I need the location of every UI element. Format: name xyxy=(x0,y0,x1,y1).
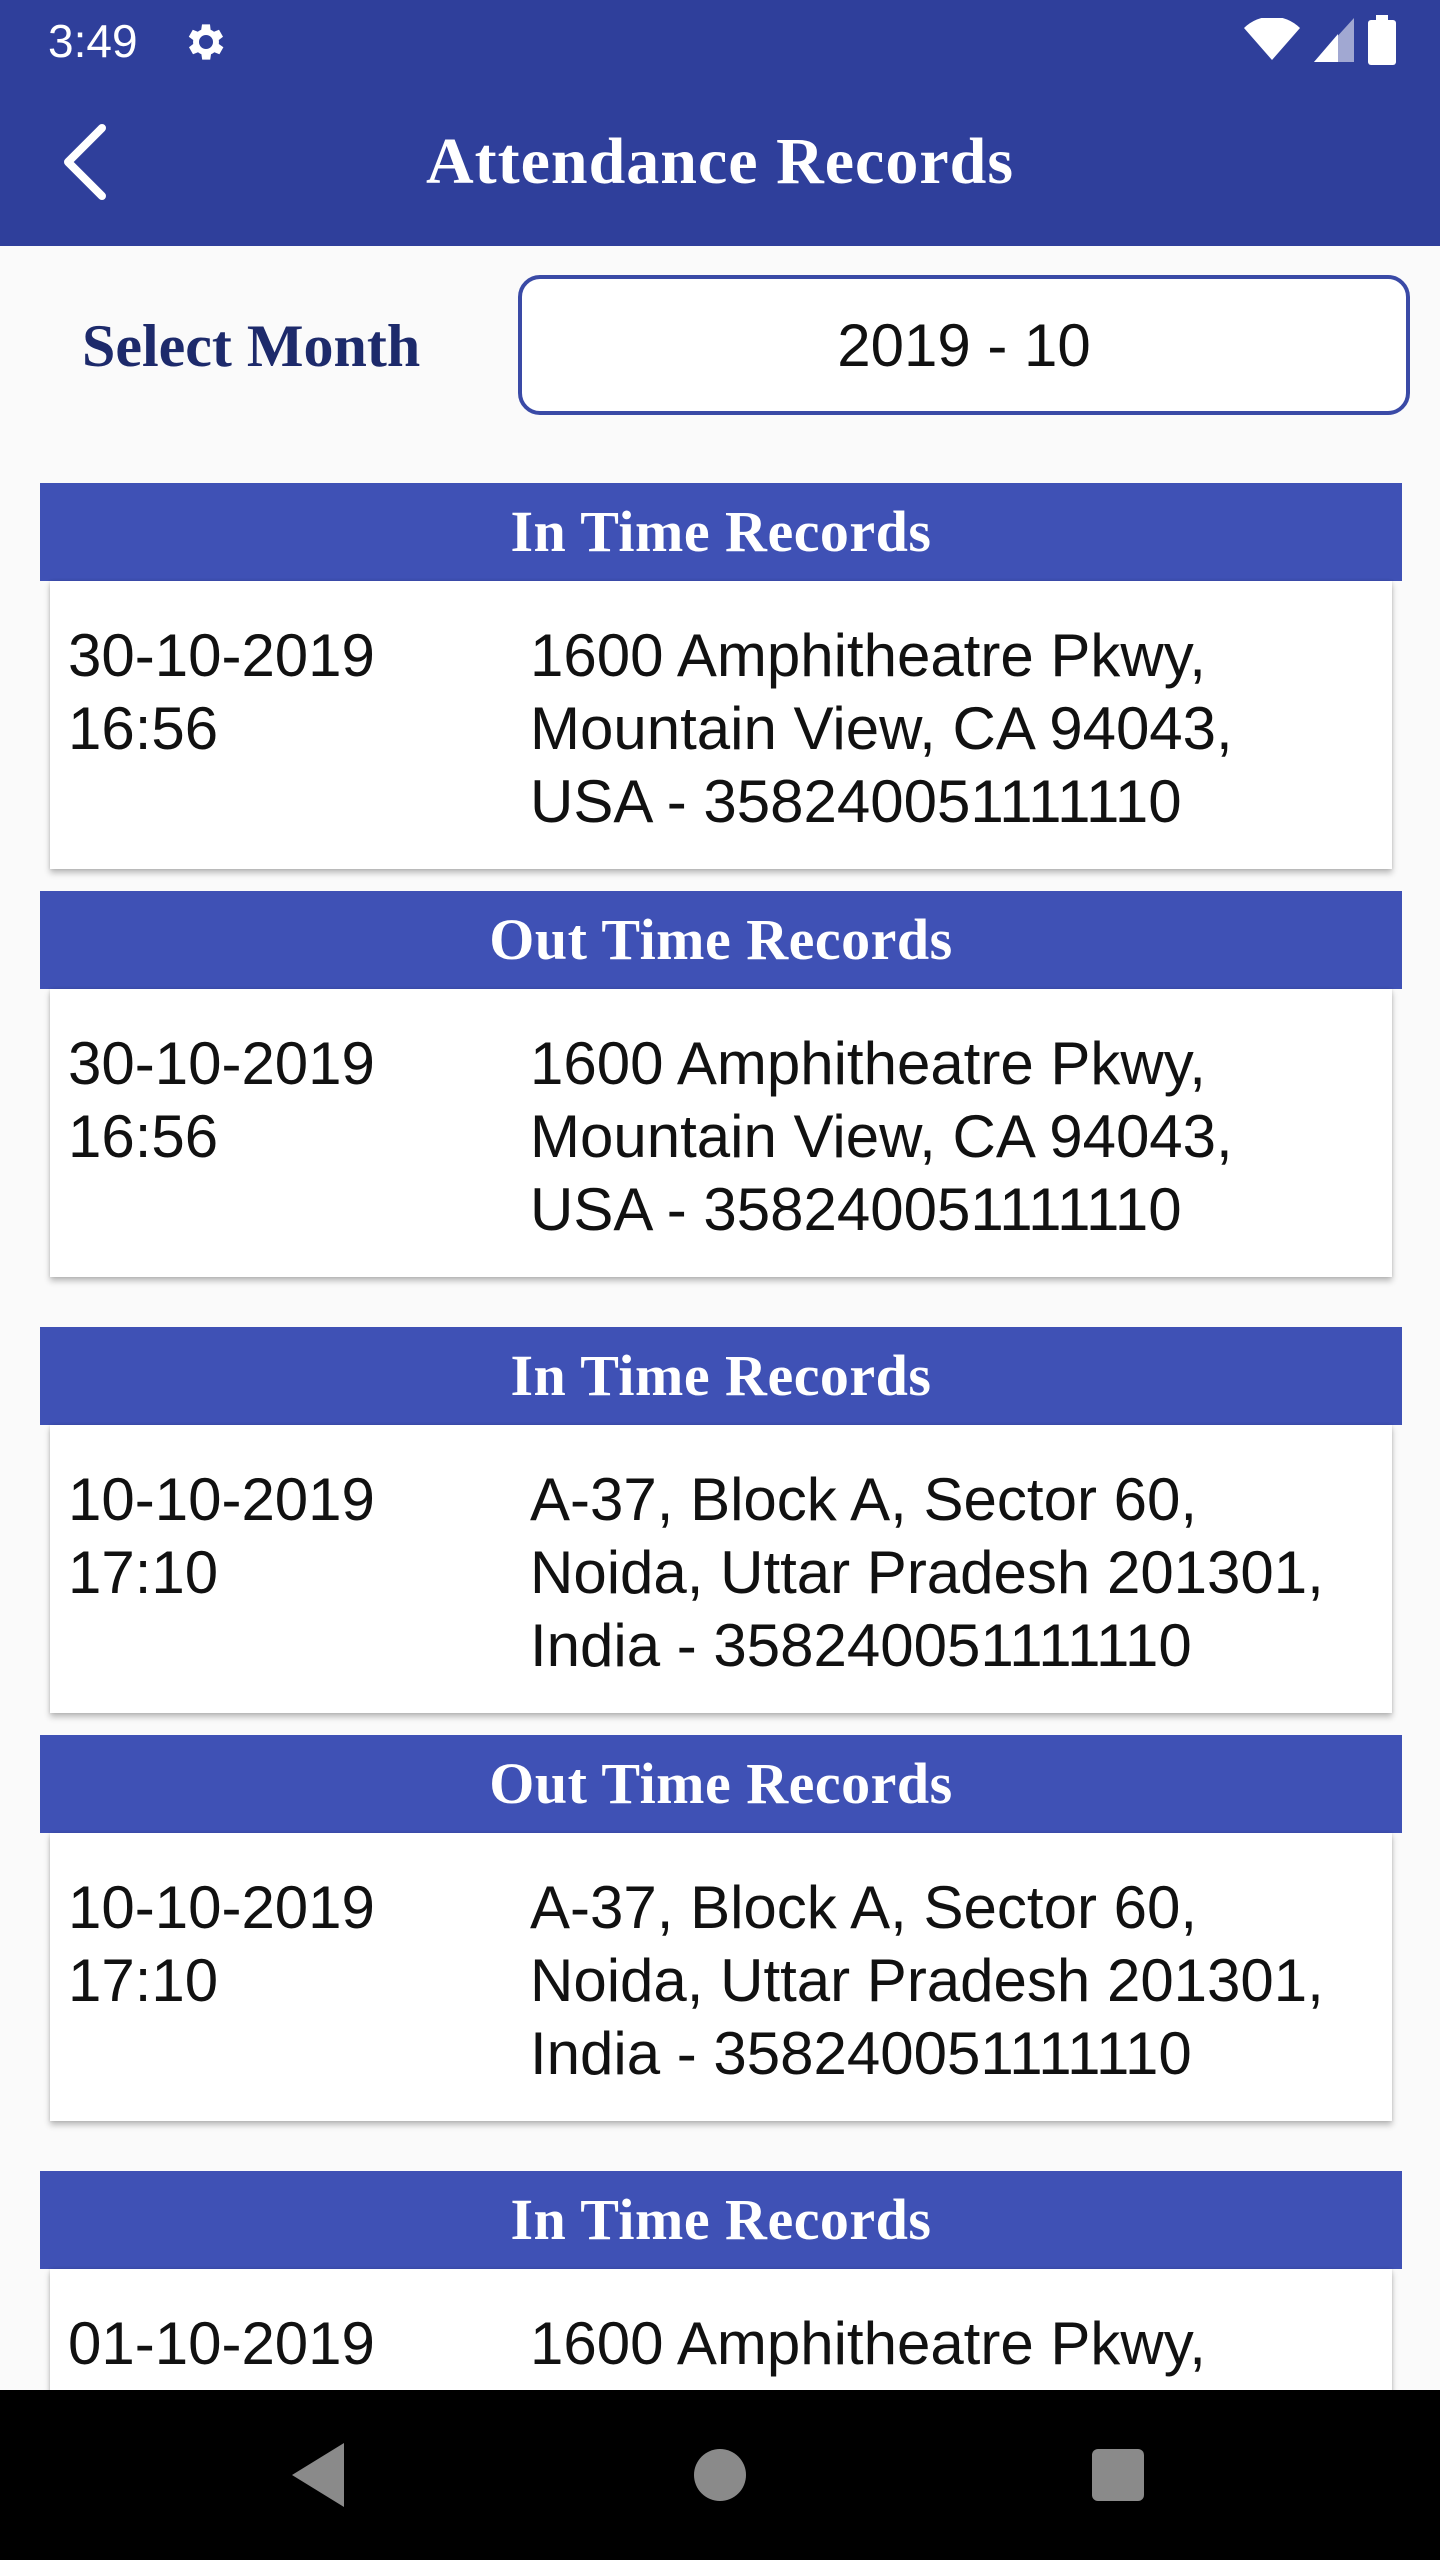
address-line: 1600 Amphitheatre Pkwy, xyxy=(530,1030,1206,1097)
record-address: 1600 Amphitheatre Pkwy, xyxy=(530,2307,1390,2380)
record-address: A-37, Block A, Sector 60, Noida, Uttar P… xyxy=(530,1463,1390,1682)
back-triangle-icon xyxy=(292,2443,344,2507)
home-circle-icon xyxy=(694,2449,746,2501)
address-line: Noida, Uttar Pradesh 201301, xyxy=(530,1947,1324,2014)
record-header: In Time Records xyxy=(40,1327,1402,1425)
address-line: USA - 358240051111110 xyxy=(530,768,1182,835)
address-line: India - 358240051111110 xyxy=(530,1612,1192,1679)
nav-home-button[interactable] xyxy=(675,2430,765,2520)
record-header: In Time Records xyxy=(40,2171,1402,2269)
address-line: A-37, Block A, Sector 60, xyxy=(530,1466,1198,1533)
record-header: In Time Records xyxy=(40,483,1402,581)
recents-square-icon xyxy=(1092,2449,1144,2501)
record-time: 17:10 xyxy=(68,1539,219,1606)
record-body: 10-10-2019 17:10 A-37, Block A, Sector 6… xyxy=(50,1833,1392,2121)
record-body: 30-10-2019 16:56 1600 Amphitheatre Pkwy,… xyxy=(50,581,1392,869)
status-icons xyxy=(1244,14,1396,70)
address-line: USA - 358240051111110 xyxy=(530,1176,1182,1243)
record-datetime: 10-10-2019 17:10 xyxy=(68,1871,488,2017)
record-address: 1600 Amphitheatre Pkwy, Mountain View, C… xyxy=(530,1027,1390,1246)
record-time: 16:56 xyxy=(68,1103,219,1170)
record-card: In Time Records 30-10-2019 16:56 1600 Am… xyxy=(40,483,1402,869)
address-line: 1600 Amphitheatre Pkwy, xyxy=(530,622,1206,689)
status-time: 3:49 xyxy=(48,15,138,67)
record-date: 30-10-2019 xyxy=(68,1030,375,1097)
wifi-icon xyxy=(1244,16,1300,67)
battery-icon xyxy=(1368,14,1396,70)
page-title: Attendance Records xyxy=(425,125,1015,198)
month-picker[interactable]: 2019 - 10 xyxy=(518,275,1410,415)
select-month-label: Select Month xyxy=(82,313,421,379)
address-line: A-37, Block A, Sector 60, xyxy=(530,1874,1198,1941)
address-line: India - 358240051111110 xyxy=(530,2020,1192,2087)
address-line: Mountain View, CA 94043, xyxy=(530,695,1233,762)
record-address: A-37, Block A, Sector 60, Noida, Uttar P… xyxy=(530,1871,1390,2090)
gear-icon xyxy=(182,18,230,66)
record-datetime: 30-10-2019 16:56 xyxy=(68,1027,488,1173)
nav-back-button[interactable] xyxy=(273,2430,363,2520)
record-card: In Time Records 10-10-2019 17:10 A-37, B… xyxy=(40,1327,1402,1713)
month-value: 2019 - 10 xyxy=(837,311,1091,379)
record-date: 01-10-2019 xyxy=(68,2310,375,2377)
nav-recents-button[interactable] xyxy=(1073,2430,1163,2520)
record-address: 1600 Amphitheatre Pkwy, Mountain View, C… xyxy=(530,619,1390,838)
system-nav-bar xyxy=(0,2390,1440,2560)
record-card: Out Time Records 10-10-2019 17:10 A-37, … xyxy=(40,1735,1402,2121)
record-header: Out Time Records xyxy=(40,891,1402,989)
address-line: Noida, Uttar Pradesh 201301, xyxy=(530,1539,1324,1606)
record-date: 10-10-2019 xyxy=(68,1874,375,1941)
record-card: Out Time Records 30-10-2019 16:56 1600 A… xyxy=(40,891,1402,1277)
address-line: 1600 Amphitheatre Pkwy, xyxy=(530,2310,1206,2377)
record-header: Out Time Records xyxy=(40,1735,1402,1833)
app-bar: Attendance Records xyxy=(0,84,1440,246)
record-date: 10-10-2019 xyxy=(68,1466,375,1533)
record-datetime: 10-10-2019 17:10 xyxy=(68,1463,488,1609)
record-time: 16:56 xyxy=(68,695,219,762)
status-bar: 3:49 xyxy=(0,0,1440,84)
record-time: 17:10 xyxy=(68,1947,219,2014)
record-card: In Time Records 01-10-2019 1600 Amphithe… xyxy=(40,2171,1402,2390)
record-date: 30-10-2019 xyxy=(68,622,375,689)
cell-signal-icon xyxy=(1314,17,1354,67)
address-line: Mountain View, CA 94043, xyxy=(530,1103,1233,1170)
record-body: 30-10-2019 16:56 1600 Amphitheatre Pkwy,… xyxy=(50,989,1392,1277)
record-body: 10-10-2019 17:10 A-37, Block A, Sector 6… xyxy=(50,1425,1392,1713)
record-datetime: 30-10-2019 16:56 xyxy=(68,619,488,765)
record-body: 01-10-2019 1600 Amphitheatre Pkwy, xyxy=(50,2269,1392,2390)
record-datetime: 01-10-2019 xyxy=(68,2307,488,2380)
